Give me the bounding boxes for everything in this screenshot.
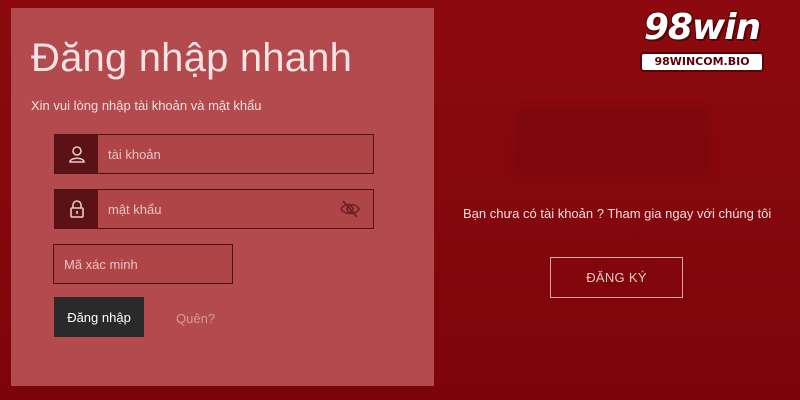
username-input[interactable] [108,135,338,173]
captcha-field [53,244,233,284]
password-field [54,189,374,229]
lock-icon [55,190,98,228]
forgot-password-link[interactable]: Quên? [176,311,215,326]
password-input[interactable] [108,190,338,228]
brand-domain: 98WINCOM.BIO [640,52,764,72]
page-title: Đăng nhập nhanh [31,36,353,80]
login-instructions: Xin vui lòng nhập tài khoản và mật khẩu [31,98,262,113]
brand-logo: 98win 98WINCOM.BIO [632,8,772,74]
register-button[interactable]: ĐĂNG KÝ [550,257,683,298]
login-panel: Đăng nhập nhanh Xin vui lòng nhập tài kh… [11,8,434,386]
username-field [54,134,374,174]
captcha-input[interactable] [64,245,224,283]
user-icon [55,135,98,173]
brand-name: 98win [643,7,761,48]
login-button[interactable]: Đăng nhập [54,297,144,337]
eye-slash-icon[interactable] [339,199,361,219]
blurred-graphic [515,108,710,176]
register-prompt: Bạn chưa có tài khoản ? Tham gia ngay vớ… [463,206,772,221]
